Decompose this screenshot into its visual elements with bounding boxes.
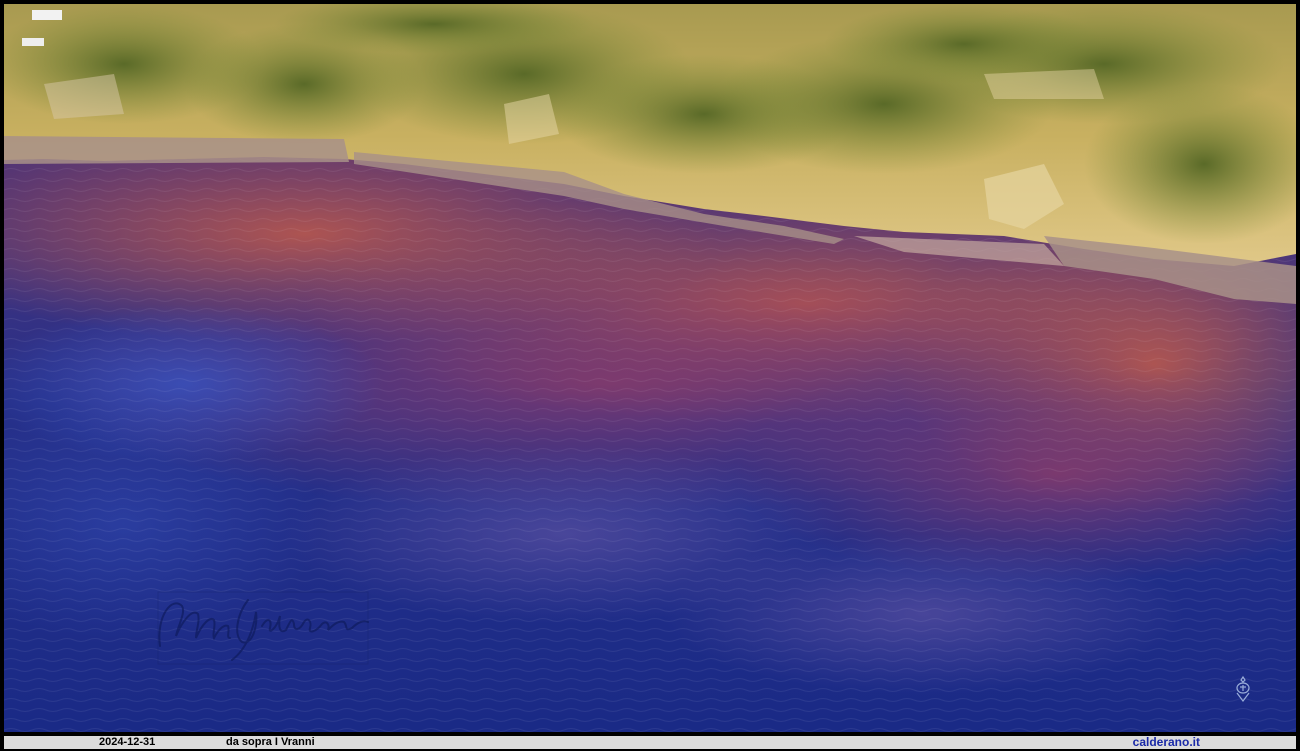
house — [32, 10, 62, 20]
photo-title: da sopra I Vranni — [226, 736, 315, 748]
signature-watermark — [157, 591, 369, 665]
photo-frame: 2024-12-31 da sopra I Vranni calderano.i… — [0, 0, 1300, 751]
site-link[interactable]: calderano.it — [1133, 736, 1200, 749]
landscape-photo — [4, 4, 1296, 732]
house — [22, 38, 44, 46]
seal-icon — [1236, 675, 1250, 702]
photo-date: 2024-12-31 — [99, 736, 156, 748]
caption-bar: 2024-12-31 da sopra I Vranni calderano.i… — [4, 736, 1296, 749]
